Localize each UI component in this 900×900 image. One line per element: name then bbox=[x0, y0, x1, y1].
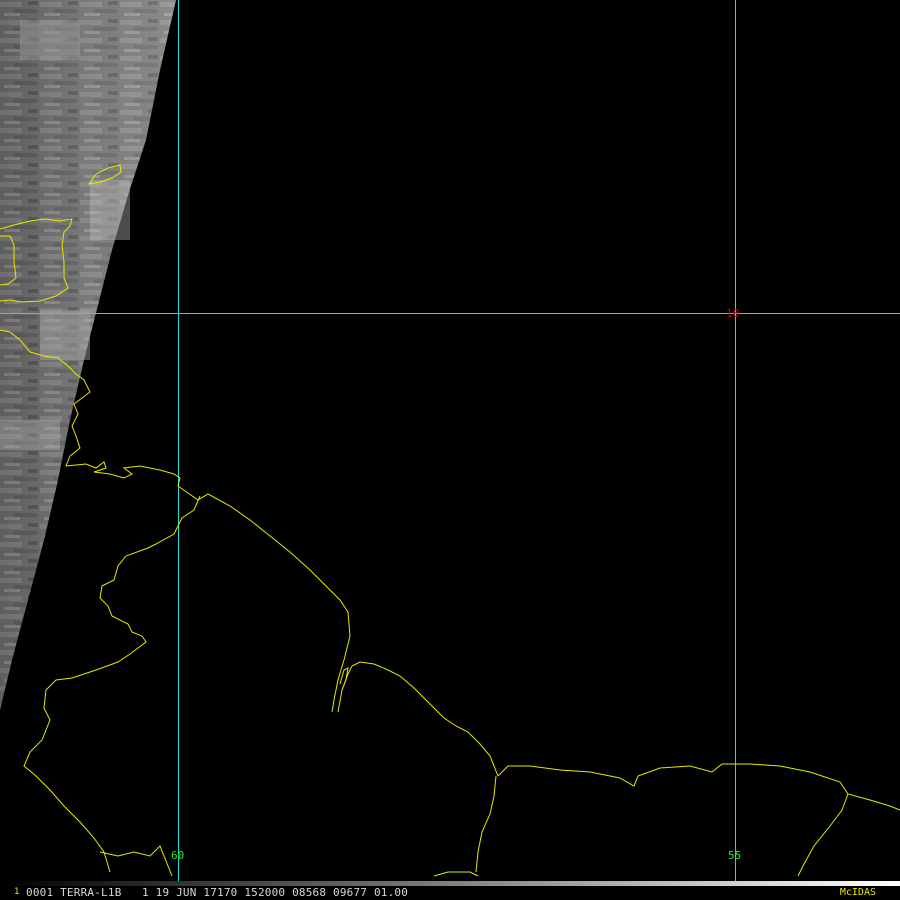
coast-guyana bbox=[177, 485, 351, 713]
imagery-swath bbox=[0, 0, 176, 710]
status-bar: 1 0001 TERRA-L1B 1 19 JUN 17170 152000 0… bbox=[0, 886, 900, 900]
coastlines bbox=[0, 164, 900, 877]
border-guyana-suriname bbox=[475, 775, 497, 873]
satellite-map: 60 55 10 bbox=[0, 0, 900, 886]
status-info: 0001 TERRA-L1B 1 19 JUN 17170 152000 085… bbox=[26, 886, 409, 899]
lon-label-60: 60 bbox=[171, 849, 184, 862]
coast-essequibo-inner bbox=[339, 667, 349, 691]
border-south-bottom bbox=[99, 845, 173, 877]
grid-labels: 60 55 10 bbox=[171, 307, 741, 862]
border-venezuela-guyana bbox=[23, 495, 201, 873]
coast-orinoco-delta bbox=[65, 461, 181, 487]
border-suriname-frguiana bbox=[797, 793, 849, 877]
mcidas-logo: McIDAS bbox=[839, 887, 876, 898]
coast-suriname bbox=[497, 763, 900, 811]
grayscale-bar bbox=[0, 876, 900, 891]
frame-number: 1 bbox=[14, 887, 20, 897]
coast-essequibo bbox=[337, 661, 499, 777]
lon-label-55: 55 bbox=[728, 849, 741, 862]
lat-label-10: 10 bbox=[726, 307, 739, 320]
